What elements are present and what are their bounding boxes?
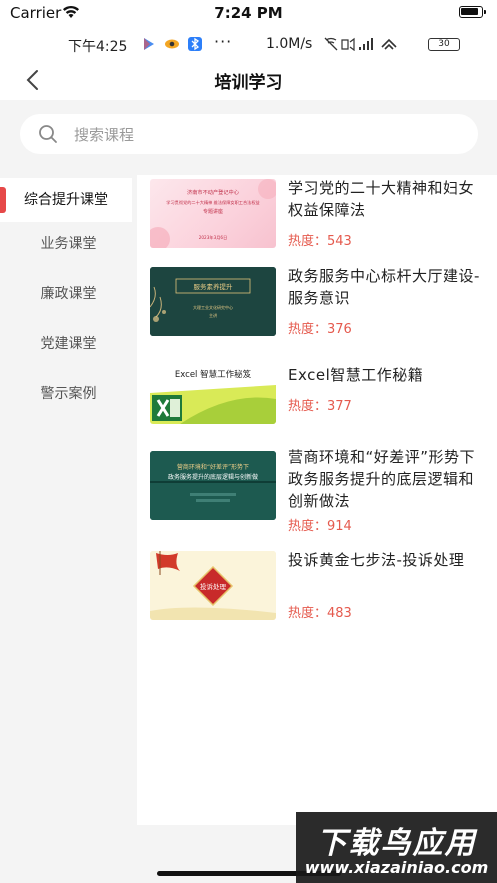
sidebar-item-label: 业务课堂 [40, 236, 97, 252]
thumb-line: 学习贯彻党的二十大精神 维法保障女职工合法权益 [166, 199, 259, 206]
search-icon [39, 125, 57, 143]
course-list: 济南市不动产登记中心 学习贯彻党的二十大精神 维法保障女职工合法权益 专题讲座 … [137, 175, 497, 825]
sidebar-item-warning[interactable]: 警示案例 [0, 372, 137, 416]
thumb-line: 济南市不动产登记中心 [187, 188, 239, 196]
course-title: Excel智慧工作秘籍 [288, 366, 424, 384]
thumb-line: 2023年3月6日 [199, 234, 228, 241]
course-heat: 热度：543 [288, 234, 352, 249]
network-speed: 1.0M/s [266, 36, 313, 52]
thumb-line: 主讲 [209, 312, 217, 318]
course-thumbnail: 服务素养提升 大理工业文化研究中心 主讲 [150, 267, 276, 336]
android-status-bar: 下午4:25 ··· 1.0M/s 30 [0, 26, 497, 60]
sidebar-item-integrity[interactable]: 廉政课堂 [0, 272, 137, 316]
course-thumbnail: 投诉处理 [150, 551, 276, 620]
nav-bar: 培训学习 [0, 60, 497, 100]
more-notifications: ··· [214, 32, 233, 51]
course-heat: 热度：914 [288, 519, 352, 534]
page-title: 培训学习 [214, 73, 283, 93]
thumb-line: 政务服务提升的底层逻辑与创新做 [168, 473, 258, 481]
course-thumbnail: 营商环境和“好差评”形势下 政务服务提升的底层逻辑与创新做 [150, 451, 276, 520]
system-icons [324, 37, 422, 54]
thumb-line: 投诉处理 [200, 582, 227, 591]
sidebar-item-party[interactable]: 党建课堂 [0, 322, 137, 366]
sidebar-item-business[interactable]: 业务课堂 [0, 222, 137, 266]
thumb-line: 营商环境和“好差评”形势下 [177, 463, 249, 471]
course-title: 营商环境和“好差评”形势下政务服务提升的底层逻辑和创新做法 [288, 448, 476, 510]
sidebar-item-label: 廉政课堂 [40, 286, 97, 302]
course-heat: 热度：483 [288, 606, 352, 621]
course-thumbnail: 济南市不动产登记中心 学习贯彻党的二十大精神 维法保障女职工合法权益 专题讲座 … [150, 179, 276, 248]
ios-status-bar: Carrier 7:24 PM [0, 0, 497, 26]
search-area: 搜索课程 [0, 100, 497, 170]
android-battery: 30 [428, 38, 460, 51]
thumb-line: Excel 智慧工作秘笈 [175, 369, 252, 380]
category-sidebar: 综合提升课堂 业务课堂 廉政课堂 党建课堂 警示案例 [0, 170, 137, 825]
course-heat: 热度：376 [288, 322, 352, 337]
sidebar-item-label: 党建课堂 [40, 336, 97, 352]
eye-app-icon [164, 37, 179, 51]
course-title: 学习党的二十大精神和妇女权益保障法 [288, 179, 475, 219]
thumb-line: 服务素养提升 [194, 282, 234, 291]
watermark-url: www.xiazainiao.com [304, 858, 489, 877]
sidebar-item-comprehensive[interactable]: 综合提升课堂 [0, 178, 132, 222]
bluetooth-app-icon [188, 37, 202, 51]
sidebar-item-label: 警示案例 [40, 386, 97, 402]
thumb-line: 专题讲座 [203, 208, 223, 215]
course-title: 投诉黄金七步法-投诉处理 [288, 551, 465, 569]
search-placeholder: 搜索课程 [74, 126, 135, 144]
ios-time: 7:24 PM [214, 4, 283, 22]
search-input[interactable]: 搜索课程 [20, 114, 478, 154]
android-time: 下午4:25 [68, 39, 128, 55]
thumb-line: 大理工业文化研究中心 [193, 304, 233, 310]
sidebar-item-label: 综合提升课堂 [24, 192, 108, 208]
watermark: 下载鸟应用 www.xiazainiao.com [296, 812, 497, 883]
course-thumbnail: Excel 智慧工作秘笈 [150, 355, 276, 424]
course-title: 政务服务中心标杆大厅建设-服务意识 [288, 267, 480, 307]
active-indicator [0, 187, 6, 213]
watermark-title: 下载鸟应用 [316, 826, 477, 861]
battery-icon [459, 6, 486, 18]
play-store-icon [142, 37, 156, 51]
course-heat: 热度：377 [288, 399, 352, 414]
